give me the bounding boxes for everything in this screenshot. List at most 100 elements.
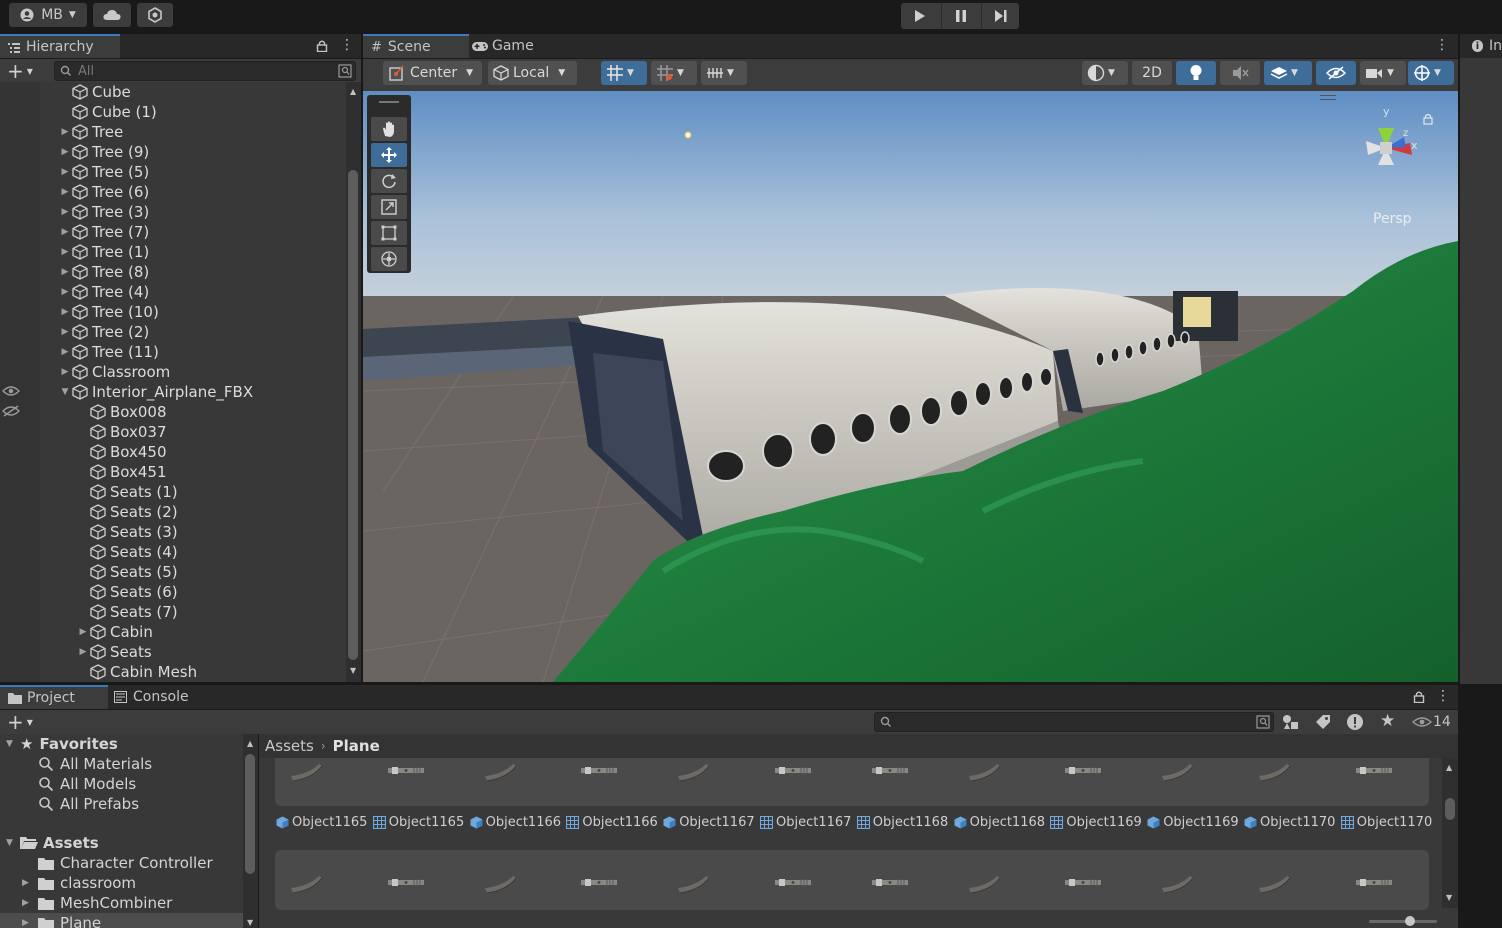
gizmos-dropdown[interactable]: ▼	[1408, 61, 1454, 85]
more-menu-icon[interactable]: ⋮	[1435, 37, 1449, 53]
hierarchy-item[interactable]: Cube	[58, 82, 131, 102]
asset-thumbnail[interactable]	[386, 872, 428, 896]
hidden-packages-toggle[interactable]: 14	[1412, 713, 1451, 731]
scroll-thumb[interactable]	[1445, 798, 1455, 820]
hierarchy-item[interactable]: Seats (7)	[76, 602, 178, 622]
hierarchy-item[interactable]: ▶ Cabin	[76, 622, 153, 642]
asset-grid-scrollbar[interactable]: ▲ ▼	[1442, 758, 1458, 908]
slider-handle[interactable]	[1405, 916, 1415, 926]
effects-dropdown[interactable]: ▼	[1264, 61, 1312, 85]
ruler-snap-button[interactable]: ▼	[701, 61, 747, 85]
search-by-importlog-icon[interactable]	[1346, 713, 1364, 731]
hierarchy-item[interactable]: ▼ Interior_Airplane_FBX	[58, 382, 254, 402]
collab-button[interactable]	[137, 3, 173, 27]
asset-thumbnail[interactable]	[1160, 760, 1202, 784]
hierarchy-item[interactable]: ▶ Tree (9)	[58, 142, 150, 162]
asset-thumbnail[interactable]	[967, 872, 1009, 896]
hierarchy-search[interactable]: All	[54, 61, 356, 81]
asset-thumbnail[interactable]	[773, 872, 815, 896]
hierarchy-item[interactable]: Seats (5)	[76, 562, 178, 582]
asset-item[interactable]: Object1167	[663, 813, 755, 831]
asset-thumbnail[interactable]	[579, 872, 621, 896]
hierarchy-item[interactable]: ▶ Tree (2)	[58, 322, 150, 342]
expand-arrow-icon[interactable]: ▶	[76, 627, 90, 637]
lighting-toggle-button[interactable]	[1176, 61, 1216, 85]
asset-thumbnail[interactable]	[1257, 872, 1299, 896]
expand-arrow-icon[interactable]: ▶	[58, 147, 72, 157]
project-search[interactable]	[874, 712, 1274, 732]
favorites-header[interactable]: ▼ ★ Favorites	[6, 734, 118, 754]
scroll-up-icon[interactable]: ▲	[1446, 763, 1452, 772]
expand-arrow-icon[interactable]: ▶	[58, 287, 72, 297]
hierarchy-item[interactable]: ▶ Tree	[58, 122, 124, 142]
expand-arrow-icon[interactable]: ▶	[58, 247, 72, 257]
search-by-type-icon[interactable]	[1282, 714, 1300, 730]
expand-arrow-icon[interactable]: ▶	[22, 878, 38, 888]
asset-thumbnail[interactable]	[870, 872, 912, 896]
2d-toggle-button[interactable]: 2D	[1132, 61, 1172, 85]
hierarchy-item[interactable]: Seats (4)	[76, 542, 178, 562]
hierarchy-item[interactable]: ▶ Tree (4)	[58, 282, 150, 302]
expand-arrow-icon[interactable]: ▶	[22, 918, 38, 928]
expand-arrow-icon[interactable]: ▶	[58, 127, 72, 137]
step-button[interactable]	[981, 3, 1020, 29]
breadcrumb-assets[interactable]: Assets	[265, 737, 314, 755]
scroll-down-icon[interactable]: ▼	[247, 918, 253, 927]
hierarchy-item[interactable]: Box008	[76, 402, 167, 422]
asset-item[interactable]: Object1165	[372, 813, 464, 831]
more-menu-icon[interactable]: ⋮	[340, 37, 354, 53]
asset-thumbnail[interactable]	[1257, 760, 1299, 784]
thumbnail-size-slider[interactable]	[1369, 916, 1437, 926]
account-dropdown[interactable]: MB ▼	[9, 3, 87, 27]
asset-thumbnail[interactable]	[289, 872, 331, 896]
search-scope-icon[interactable]	[338, 64, 352, 78]
hierarchy-item[interactable]: ▶ Tree (5)	[58, 162, 150, 182]
rotate-tool-button[interactable]	[371, 169, 407, 193]
expand-arrow-icon[interactable]: ▶	[58, 227, 72, 237]
more-menu-icon[interactable]: ⋮	[1436, 688, 1450, 704]
hierarchy-item[interactable]: ▶ Seats	[76, 642, 152, 662]
tab-inspector[interactable]: i In	[1460, 34, 1502, 58]
scroll-thumb[interactable]	[348, 170, 358, 660]
expand-arrow-icon[interactable]: ▶	[76, 647, 90, 657]
lock-icon[interactable]	[316, 39, 328, 52]
visibility-eye-icon[interactable]	[2, 385, 20, 397]
search-scope-icon[interactable]	[1256, 715, 1270, 729]
hierarchy-item[interactable]: Cube (1)	[58, 102, 157, 122]
asset-item[interactable]: Object1167	[760, 813, 851, 831]
asset-thumbnail[interactable]	[870, 760, 912, 784]
asset-item[interactable]: Object1166	[470, 813, 561, 831]
pickable-icon[interactable]	[2, 405, 20, 417]
move-tool-button[interactable]	[371, 143, 407, 167]
favorite-item[interactable]: All Materials	[38, 754, 152, 774]
gizmo-lock-icon[interactable]	[1423, 113, 1433, 125]
hierarchy-item[interactable]: Box037	[76, 422, 167, 442]
asset-item[interactable]: Object1168	[954, 813, 1045, 831]
scene-visibility-button[interactable]	[1316, 61, 1356, 85]
scale-tool-button[interactable]	[371, 195, 407, 219]
folder-tree-scrollbar[interactable]: ▲ ▼	[243, 734, 258, 928]
pause-button[interactable]	[941, 3, 980, 29]
asset-thumbnail[interactable]	[1160, 872, 1202, 896]
hierarchy-item[interactable]: Box451	[76, 462, 167, 482]
hierarchy-item[interactable]: Seats (2)	[76, 502, 178, 522]
scroll-down-icon[interactable]: ▼	[1446, 893, 1452, 902]
scene-viewport[interactable]: y x z Persp	[363, 91, 1458, 682]
hierarchy-item[interactable]: ▶ Tree (8)	[58, 262, 150, 282]
asset-thumbnail[interactable]	[579, 760, 621, 784]
expand-arrow-icon[interactable]: ▶	[22, 898, 38, 908]
asset-thumbnail[interactable]	[1354, 872, 1396, 896]
expand-arrow-icon[interactable]: ▶	[58, 267, 72, 277]
breadcrumb-plane[interactable]: Plane	[333, 737, 380, 755]
asset-item[interactable]: Object1169	[1050, 813, 1142, 831]
expand-arrow-icon[interactable]: ▶	[58, 347, 72, 357]
hierarchy-item[interactable]: Box450	[76, 442, 167, 462]
folder-item[interactable]: Character Controller	[22, 853, 213, 873]
asset-thumbnail[interactable]	[773, 760, 815, 784]
scroll-up-icon[interactable]: ▲	[350, 87, 356, 96]
transform-tool-button[interactable]	[371, 247, 407, 271]
hierarchy-item[interactable]: ▶ Tree (11)	[58, 342, 159, 362]
camera-settings-dropdown[interactable]: ▼	[1360, 61, 1406, 85]
tab-hierarchy[interactable]: Hierarchy	[0, 34, 120, 58]
asset-thumbnail[interactable]	[386, 760, 428, 784]
